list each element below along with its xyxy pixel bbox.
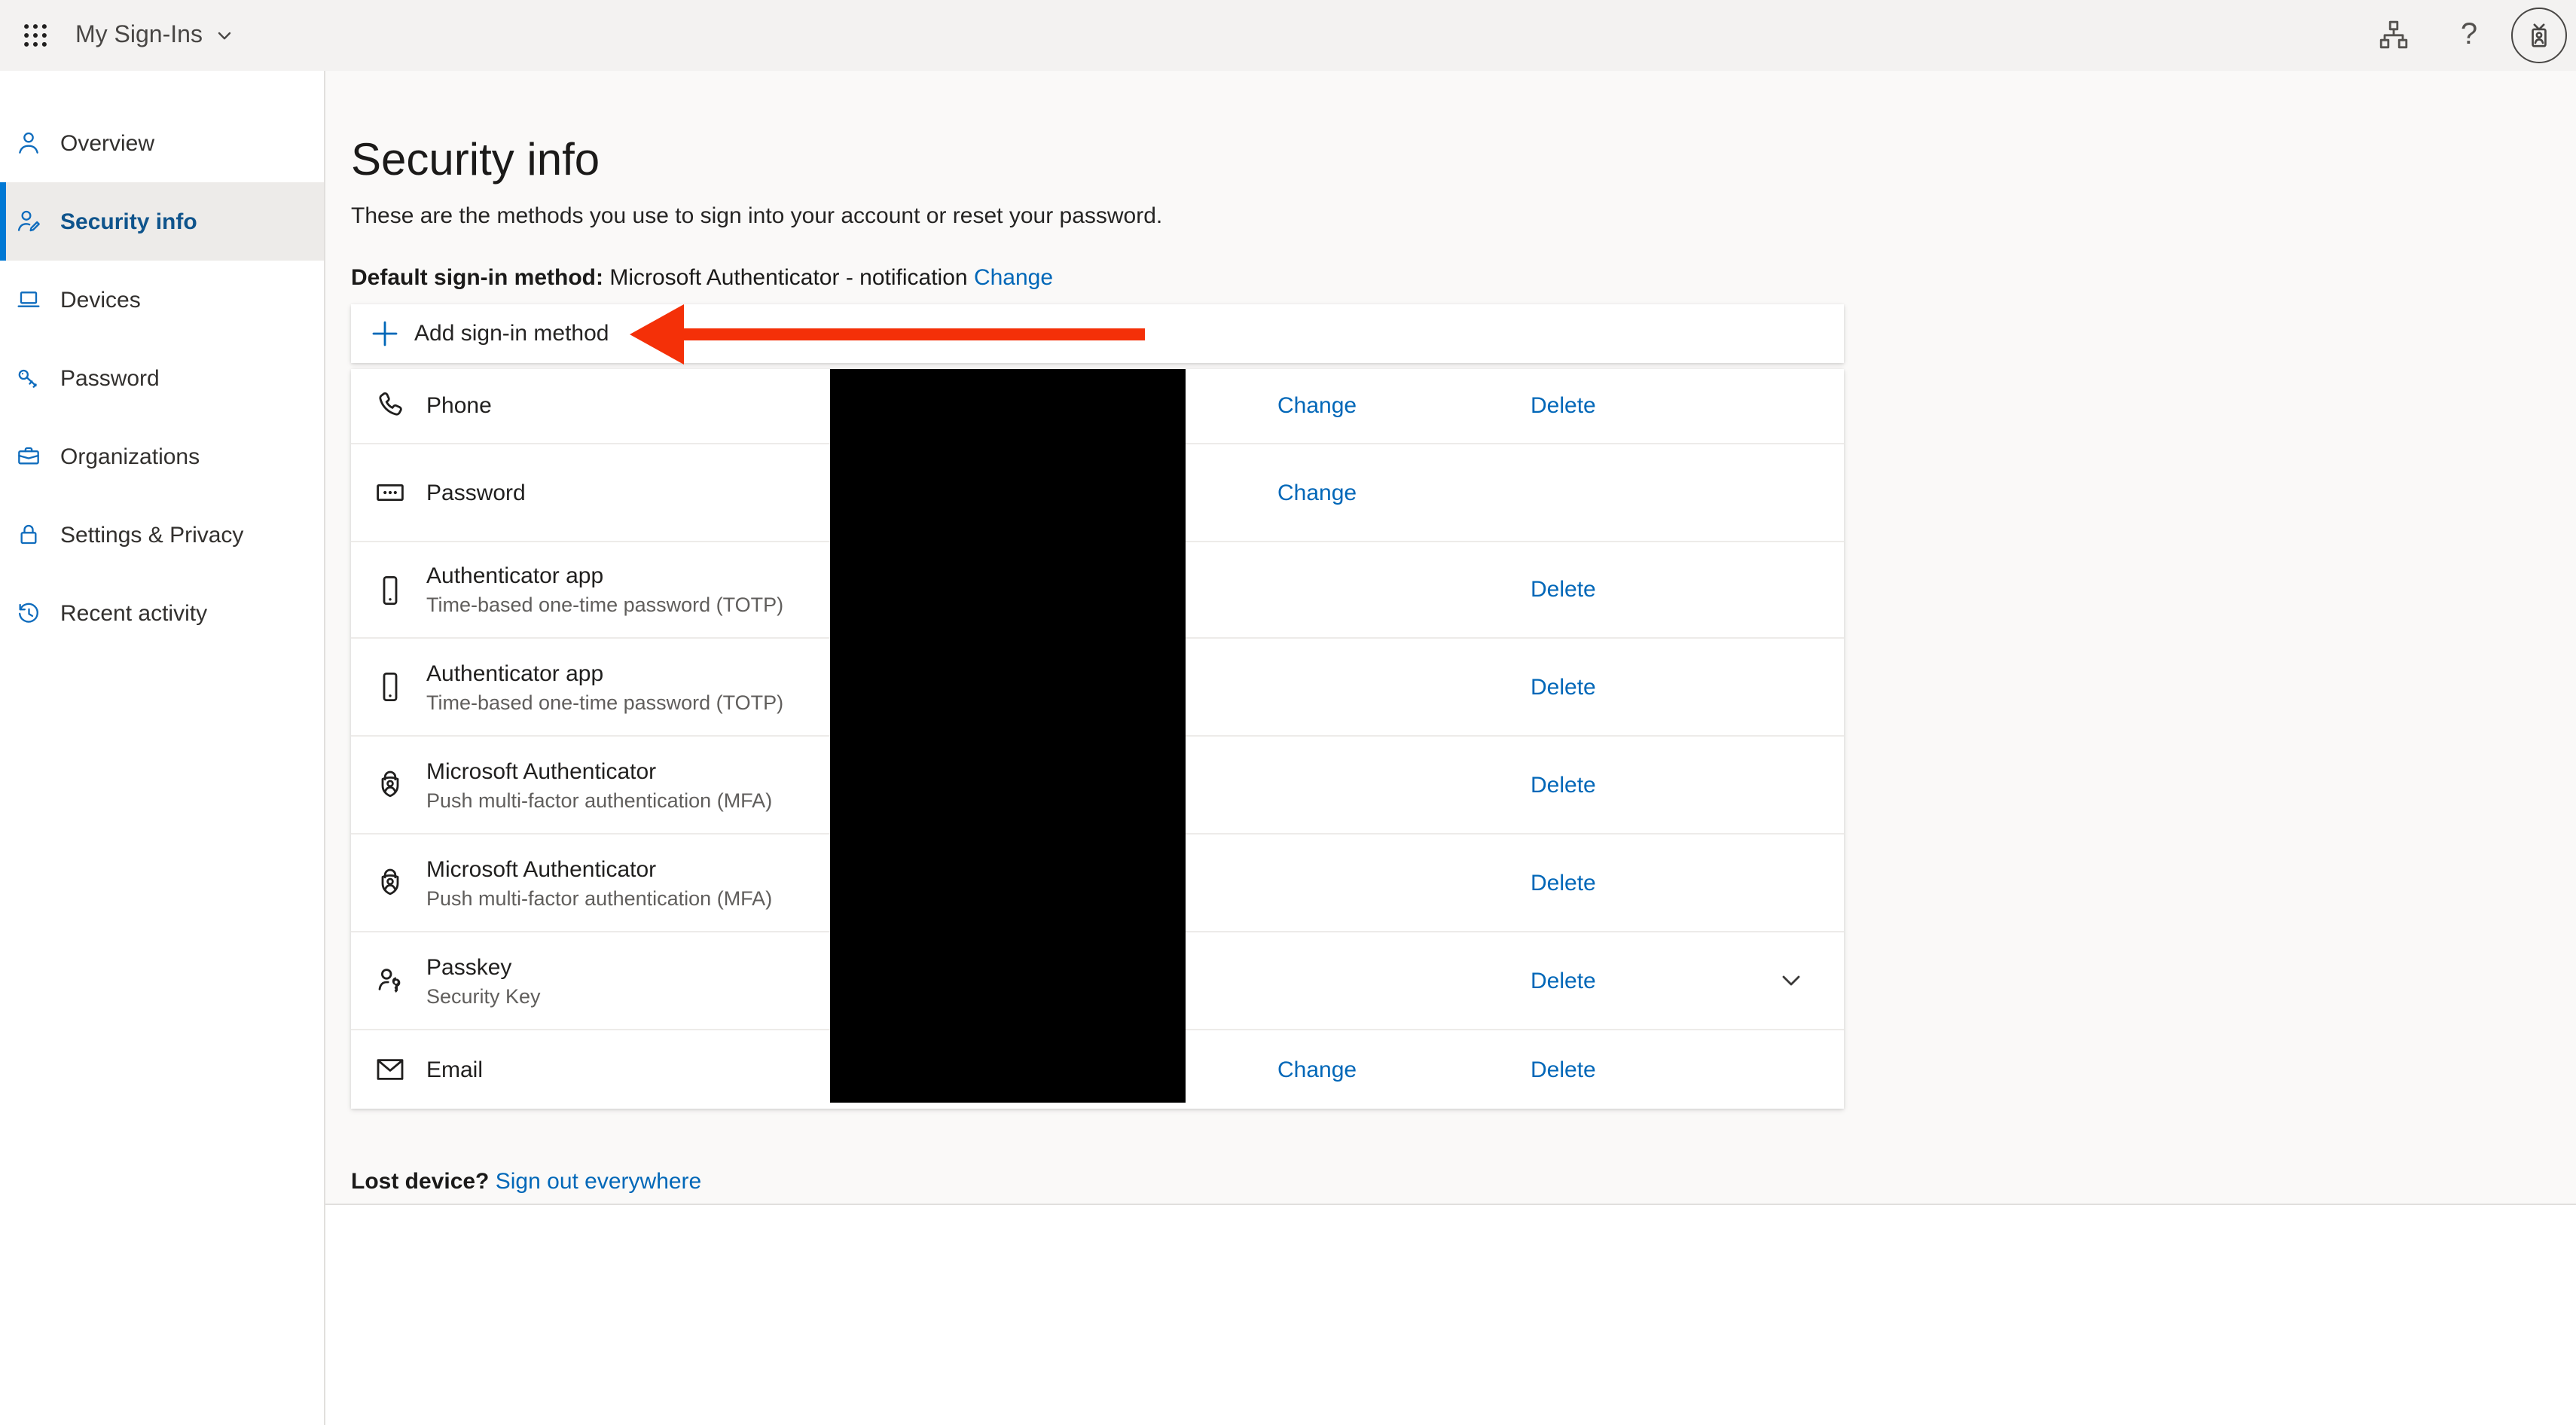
delete-link[interactable]: Delete — [1531, 393, 1596, 419]
top-bar: My Sign-Ins ? — [0, 0, 2576, 71]
method-text: Password — [426, 478, 526, 507]
phone-icon — [372, 388, 408, 424]
method-text: Microsoft AuthenticatorPush multi-factor… — [426, 757, 772, 813]
sidebar-item-settings-privacy[interactable]: Settings & Privacy — [0, 496, 324, 574]
delete-link[interactable]: Delete — [1531, 772, 1596, 798]
chevron-down-icon — [216, 26, 234, 44]
sidebar-item-label: Recent activity — [60, 600, 207, 626]
passkey-icon — [372, 963, 408, 999]
delete-link[interactable]: Delete — [1531, 577, 1596, 603]
method-name: Microsoft Authenticator — [426, 757, 772, 786]
method-detail: Push multi-factor authentication (MFA) — [426, 787, 772, 813]
security-person-icon — [14, 206, 44, 236]
email-icon — [372, 1051, 408, 1088]
method-detail: Time-based one-time password (TOTP) — [426, 592, 783, 618]
account-badge-icon — [2522, 18, 2556, 53]
default-signin-line: Default sign-in method: Microsoft Authen… — [351, 265, 1053, 291]
method-name: Authenticator app — [426, 659, 783, 688]
delete-link[interactable]: Delete — [1531, 968, 1596, 993]
sidebar-item-label: Overview — [60, 130, 154, 156]
app-title: My Sign-Ins — [75, 22, 203, 49]
method-name: Passkey — [426, 953, 541, 981]
default-signin-label: Default sign-in method: — [351, 265, 603, 291]
sidebar-item-security-info[interactable]: Security info — [0, 182, 324, 261]
method-text: Microsoft AuthenticatorPush multi-factor… — [426, 855, 772, 911]
delete-link[interactable]: Delete — [1531, 870, 1596, 896]
authenticator-icon — [372, 865, 408, 901]
my-sign-ins-page: My Sign-Ins ? — [0, 0, 2576, 1425]
organization-switcher-icon[interactable] — [2376, 17, 2412, 53]
page-subtitle: These are the methods you use to sign in… — [351, 203, 1162, 229]
delete-link[interactable]: Delete — [1531, 1057, 1596, 1082]
default-signin-change-link[interactable]: Change — [974, 265, 1053, 291]
delete-link[interactable]: Delete — [1531, 674, 1596, 700]
method-detail: Time-based one-time password (TOTP) — [426, 689, 783, 715]
change-link[interactable]: Change — [1277, 393, 1357, 419]
selected-indicator — [0, 182, 6, 261]
briefcase-icon — [14, 441, 44, 471]
sidebar-item-password[interactable]: Password — [0, 339, 324, 417]
sidebar-item-label: Organizations — [60, 444, 200, 469]
sidebar-item-recent-activity[interactable]: Recent activity — [0, 574, 324, 652]
method-text: PasskeySecurity Key — [426, 953, 541, 1008]
method-detail: Push multi-factor authentication (MFA) — [426, 885, 772, 911]
authenticator-icon — [372, 767, 408, 803]
sidebar-item-organizations[interactable]: Organizations — [0, 417, 324, 496]
method-text: Phone — [426, 392, 492, 420]
content-bottom-divider — [325, 1204, 2576, 1205]
sidebar-item-label: Devices — [60, 287, 141, 313]
smartphone-icon — [372, 572, 408, 608]
sign-out-everywhere-link[interactable]: Sign out everywhere — [496, 1169, 702, 1195]
method-text: Authenticator appTime-based one-time pas… — [426, 562, 783, 618]
method-name: Phone — [426, 392, 492, 420]
method-name: Email — [426, 1055, 483, 1084]
app-title-menu[interactable]: My Sign-Ins — [75, 0, 234, 71]
lost-device-label: Lost device? — [351, 1169, 489, 1195]
red-arrow-annotation — [624, 300, 1145, 369]
change-link[interactable]: Change — [1277, 480, 1357, 505]
history-icon — [14, 598, 44, 628]
chevron-down-icon[interactable] — [1779, 969, 1803, 993]
account-avatar[interactable] — [2511, 8, 2567, 63]
plus-icon — [372, 321, 398, 346]
sidebar-item-overview[interactable]: Overview — [0, 104, 324, 182]
help-icon[interactable]: ? — [2451, 17, 2487, 53]
lost-device-line: Lost device? Sign out everywhere — [351, 1169, 701, 1195]
key-icon — [14, 363, 44, 393]
default-signin-value: Microsoft Authenticator - notification — [609, 265, 967, 291]
method-text: Authenticator appTime-based one-time pas… — [426, 659, 783, 715]
method-detail: Security Key — [426, 983, 541, 1008]
method-name: Password — [426, 478, 526, 507]
sidebar-nav: Overview Security info Devices Password Orga… — [0, 71, 324, 1425]
password-icon — [372, 474, 408, 511]
app-launcher-icon[interactable] — [21, 21, 50, 50]
method-text: Email — [426, 1055, 483, 1084]
sidebar-item-label: Settings & Privacy — [60, 522, 243, 548]
method-name: Authenticator app — [426, 562, 783, 590]
smartphone-icon — [372, 669, 408, 705]
lock-icon — [14, 520, 44, 550]
sidebar-item-devices[interactable]: Devices — [0, 261, 324, 339]
redaction-box — [830, 369, 1186, 1103]
method-name: Microsoft Authenticator — [426, 855, 772, 883]
person-icon — [14, 128, 44, 158]
add-signin-method-label: Add sign-in method — [414, 321, 609, 346]
laptop-icon — [14, 285, 44, 315]
page-title: Security info — [351, 136, 600, 187]
change-link[interactable]: Change — [1277, 1057, 1357, 1082]
sidebar-item-label: Password — [60, 365, 160, 391]
sidebar-item-label: Security info — [60, 209, 197, 234]
